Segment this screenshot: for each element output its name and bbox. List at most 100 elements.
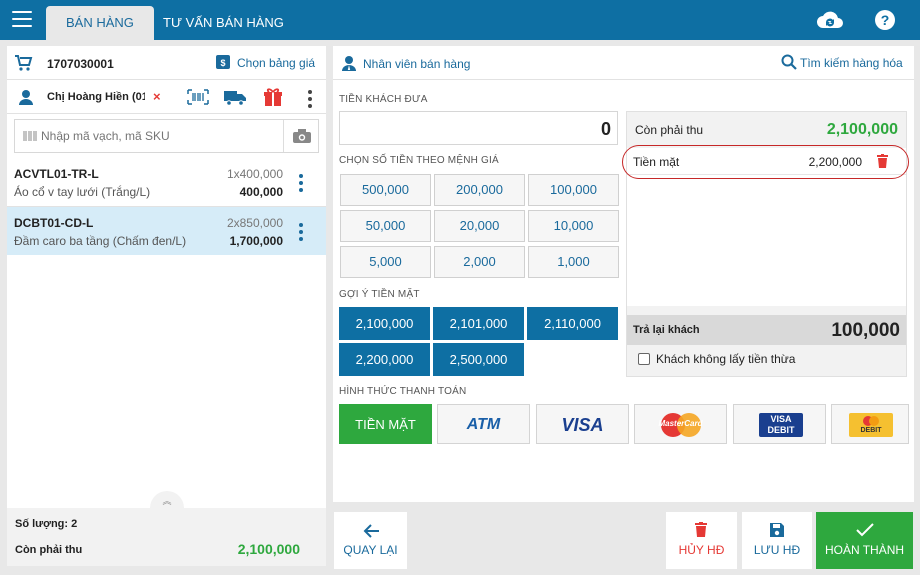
complete-label: HOÀN THÀNH	[824, 543, 905, 557]
tab-sales-consulting[interactable]: TƯ VẤN BÁN HÀNG	[143, 6, 304, 40]
more-options-icon[interactable]	[308, 90, 312, 111]
no-change-label: Khách không lấy tiền thừa	[656, 352, 796, 366]
tab-sales[interactable]: BÁN HÀNG	[46, 6, 154, 40]
back-button[interactable]: QUAY LẠI	[334, 512, 407, 569]
remaining-value: 2,100,000	[237, 541, 300, 557]
item-qty-price: 2x850,000	[226, 216, 283, 230]
change-value: 100,000	[831, 320, 900, 341]
complete-button[interactable]: HOÀN THÀNH	[816, 512, 913, 569]
delivery-truck-icon[interactable]	[223, 88, 247, 109]
debit-card-icon: DEBIT	[849, 413, 893, 437]
save-label: LƯU HĐ	[753, 543, 801, 557]
change-row: Trả lại khách 100,000	[627, 315, 906, 345]
payment-header: Nhân viên bán hàng Tìm kiếm hàng hóa	[333, 46, 914, 80]
order-summary: Số lượng: 2 Còn phải thu 2,100,000	[7, 508, 326, 566]
back-label: QUAY LẠI	[343, 543, 398, 557]
no-change-checkbox[interactable]	[638, 353, 650, 365]
cash-given-input[interactable]: 0	[339, 111, 618, 145]
summary-remaining-label: Còn phải thu	[635, 123, 704, 137]
order-code: 1707030001	[47, 57, 114, 71]
cancel-label: HỦY HĐ	[678, 543, 725, 557]
divider	[283, 120, 284, 152]
staff-icon	[341, 55, 357, 74]
item-total: 1,700,000	[229, 234, 283, 248]
top-bar: BÁN HÀNG TƯ VẤN BÁN HÀNG ?	[0, 0, 920, 40]
payment-panel: Nhân viên bán hàng Tìm kiếm hàng hóa TIỀ…	[333, 46, 914, 502]
cash-suggestion-button[interactable]: 2,101,000	[433, 307, 524, 340]
payment-summary: Còn phải thu 2,100,000 Tiền mặt 2,200,00…	[622, 111, 909, 377]
help-icon[interactable]: ?	[873, 8, 899, 32]
svg-text:$: $	[220, 58, 225, 68]
cash-suggestion-button[interactable]: 2,500,000	[433, 343, 524, 376]
denom-button[interactable]: 2,000	[434, 246, 525, 278]
price-list-button[interactable]: Chọn bảng giá	[237, 56, 315, 70]
change-label: Trả lại khách	[633, 324, 700, 336]
cash-suggestion-button[interactable]: 2,200,000	[339, 343, 430, 376]
quantity-label: Số lượng: 2	[15, 518, 78, 530]
highlight-outline	[622, 145, 909, 179]
item-name: Đầm caro ba tầng (Chấm đen/L)	[14, 234, 187, 248]
visa-debit-logo: VISA DEBIT	[759, 413, 803, 437]
pay-visa-button[interactable]: VISA	[536, 404, 629, 444]
cart-icon	[15, 55, 33, 74]
save-icon	[769, 522, 785, 541]
sku-search-input[interactable]	[41, 126, 276, 146]
expand-handle-icon[interactable]: ︽	[150, 491, 184, 508]
menu-icon[interactable]	[12, 11, 32, 29]
denom-button[interactable]: 1,000	[528, 246, 619, 278]
list-item[interactable]: ACVTL01-TR-L Áo cổ v tay lưới (Trắng/L) …	[7, 159, 326, 207]
cash-given-value: 0	[600, 119, 611, 139]
denom-label: CHỌN SỐ TIỀN THEO MỆNH GIÁ	[339, 155, 499, 166]
denom-button[interactable]: 20,000	[434, 210, 525, 242]
summary-remaining-value: 2,100,000	[826, 121, 898, 138]
order-panel: 1707030001 $ Chọn bảng giá Chị Hoàng Hiề…	[7, 46, 326, 566]
cash-suggestion-button[interactable]: 2,110,000	[527, 307, 618, 340]
pay-atm-button[interactable]: ATM	[437, 404, 530, 444]
item-menu-icon[interactable]	[299, 223, 303, 244]
item-name: Áo cổ v tay lưới (Trắng/L)	[14, 185, 151, 199]
debit-label: DEBIT	[860, 427, 882, 434]
remaining-label: Còn phải thu	[15, 544, 83, 556]
denom-button[interactable]: 100,000	[528, 174, 619, 206]
denom-button[interactable]: 500,000	[340, 174, 431, 206]
svg-text:?: ?	[881, 12, 890, 28]
cash-given-label: TIỀN KHÁCH ĐƯA	[339, 94, 428, 105]
mastercard-label: MasterCard	[658, 419, 703, 428]
remove-customer-icon[interactable]: ×	[153, 89, 161, 104]
customer-row: Chị Hoàng Hiền (01 ×	[7, 80, 326, 114]
method-label: HÌNH THỨC THANH TOÁN	[339, 386, 467, 397]
cash-suggestion-button[interactable]: 2,100,000	[339, 307, 430, 340]
order-header: 1707030001 $ Chọn bảng giá	[7, 46, 326, 80]
save-invoice-button[interactable]: LƯU HĐ	[742, 512, 812, 569]
price-list-icon[interactable]: $	[215, 54, 231, 73]
item-total: 400,000	[239, 185, 283, 199]
denom-button[interactable]: 200,000	[434, 174, 525, 206]
item-sku: ACVTL01-TR-L	[14, 167, 99, 181]
trash-icon	[695, 522, 707, 540]
check-icon	[856, 523, 874, 540]
barcode-icon	[23, 130, 37, 145]
barcode-scan-icon[interactable]	[187, 89, 209, 108]
item-qty-price: 1x400,000	[226, 167, 283, 181]
pay-visa-debit-button[interactable]: VISA DEBIT	[733, 404, 826, 444]
denom-button[interactable]: 50,000	[340, 210, 431, 242]
denom-button[interactable]: 5,000	[340, 246, 431, 278]
pay-mastercard-button[interactable]: MasterCard	[634, 404, 727, 444]
pay-debit-button[interactable]: DEBIT	[831, 404, 909, 444]
customer-name: Chị Hoàng Hiền (01	[47, 91, 145, 103]
cloud-sync-icon[interactable]	[816, 8, 843, 32]
item-sku: DCBT01-CD-L	[14, 216, 94, 230]
list-item[interactable]: DCBT01-CD-L Đầm caro ba tầng (Chấm đen/L…	[7, 207, 326, 255]
gift-icon[interactable]	[263, 87, 283, 110]
item-menu-icon[interactable]	[299, 174, 303, 195]
sku-search-box	[14, 119, 319, 153]
arrow-left-icon	[362, 523, 380, 542]
sales-staff-button[interactable]: Nhân viên bán hàng	[363, 57, 470, 71]
cancel-invoice-button[interactable]: HỦY HĐ	[666, 512, 737, 569]
denom-button[interactable]: 10,000	[528, 210, 619, 242]
camera-icon[interactable]	[292, 128, 312, 147]
search-goods-button[interactable]: Tìm kiếm hàng hóa	[800, 56, 903, 70]
user-icon	[18, 89, 34, 108]
search-icon[interactable]	[781, 54, 797, 73]
pay-cash-button[interactable]: TIỀN MẶT	[339, 404, 432, 444]
